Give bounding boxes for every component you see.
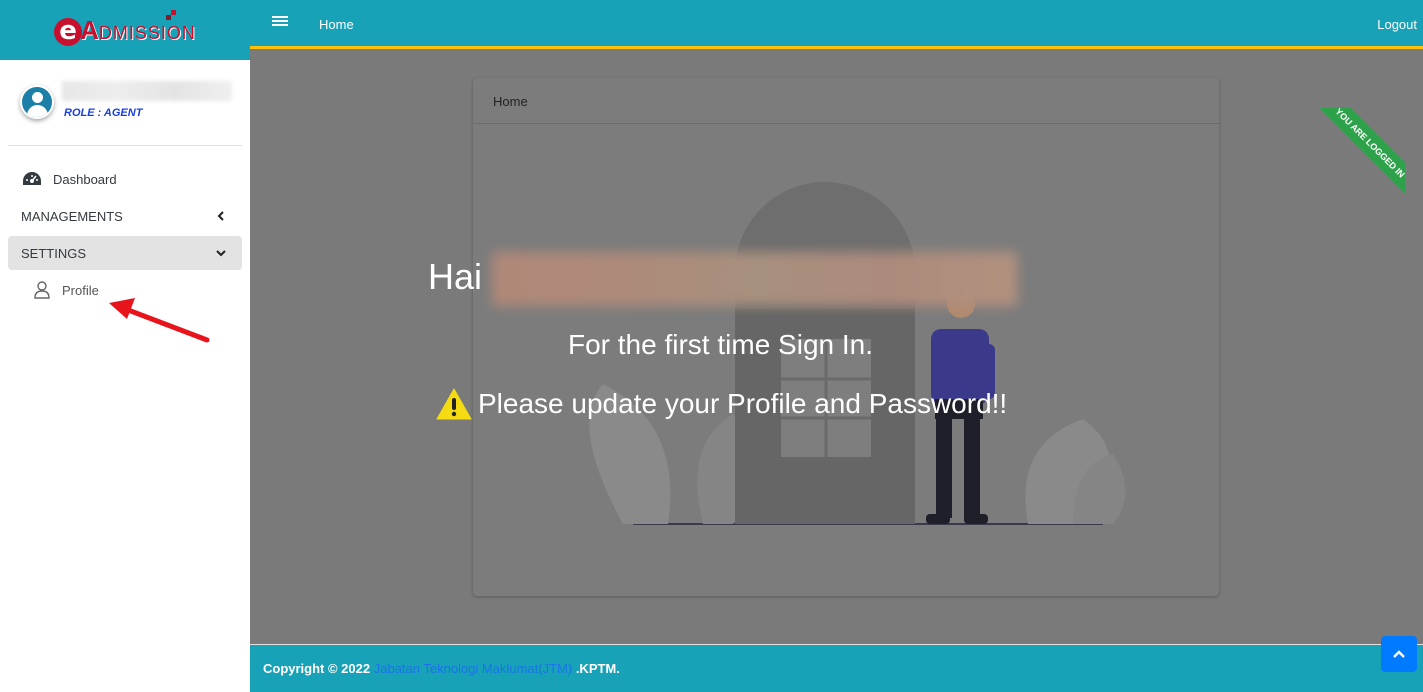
chevron-up-icon (1393, 650, 1405, 658)
sidebar-nav: Dashboard MANAGEMENTS SETTINGS Profile (8, 162, 242, 307)
footer-link-jtm[interactable]: Jabatan Teknologi Maklumat(JTM) (374, 661, 572, 676)
user-name-redacted (62, 81, 232, 101)
ribbon-label: YOU ARE LOGGED IN (1309, 108, 1405, 204)
greeting-text: Hai (428, 256, 483, 297)
brand-bar[interactable]: e A DMISSION (0, 0, 250, 60)
footer: Copyright © 2022 Jabatan Teknologi Maklu… (250, 644, 1423, 692)
warning-icon (436, 388, 472, 420)
logout-link[interactable]: Logout (1377, 17, 1417, 32)
annotation-arrow (109, 298, 210, 343)
card-header: Home (473, 78, 1219, 124)
first-signin-text: For the first time Sign In. (568, 329, 873, 360)
avatar[interactable] (20, 85, 54, 119)
update-profile-text: Please update your Profile and Password!… (478, 388, 1008, 419)
sidebar-item-settings[interactable]: SETTINGS (8, 236, 242, 270)
footer-suffix: .KPTM. (575, 661, 620, 676)
user-icon (32, 280, 52, 300)
chevron-down-icon (214, 246, 228, 260)
chevron-left-icon (214, 209, 228, 223)
hamburger-menu-icon[interactable] (272, 14, 288, 30)
scroll-to-top-button[interactable] (1381, 636, 1417, 672)
sidebar: e A DMISSION ROLE : AGENT Dashboard MANAGE… (0, 0, 250, 692)
greeting-name-redacted (492, 252, 1017, 306)
sidebar-item-label: SETTINGS (21, 245, 87, 261)
top-navbar: Home Logout (250, 0, 1423, 49)
nav-home-link[interactable]: Home (319, 17, 354, 32)
footer-copyright: Copyright © 2022 (263, 661, 371, 676)
sidebar-item-managements[interactable]: MANAGEMENTS (8, 199, 242, 233)
user-role: ROLE : AGENT (64, 107, 143, 119)
logged-in-ribbon: YOU ARE LOGGED IN (1305, 108, 1405, 208)
update-profile-message: Please update your Profile and Password!… (436, 388, 1007, 420)
sidebar-item-label: Profile (62, 282, 99, 298)
user-panel: ROLE : AGENT (8, 60, 242, 146)
sidebar-item-dashboard[interactable]: Dashboard (8, 162, 242, 196)
logo-decoration (166, 10, 176, 20)
sidebar-item-label: Dashboard (53, 171, 117, 187)
tachometer-icon (21, 170, 43, 188)
sidebar-item-label: MANAGEMENTS (21, 208, 123, 224)
